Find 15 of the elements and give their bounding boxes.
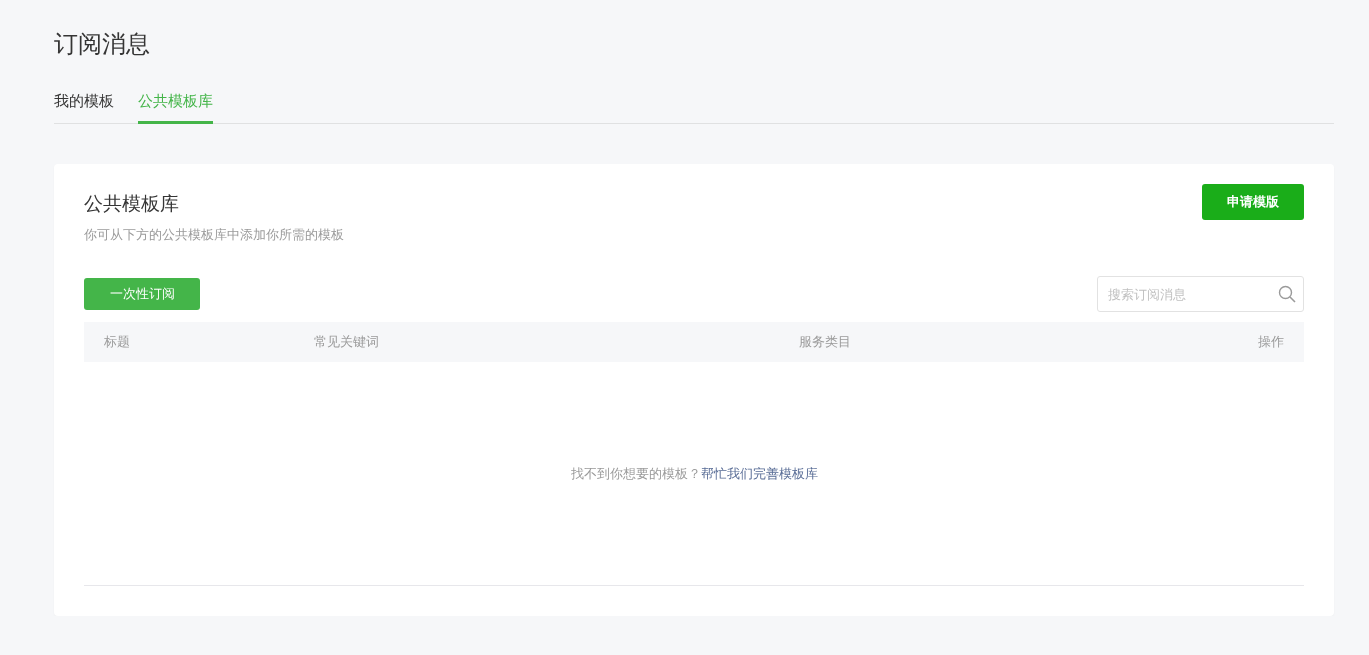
column-header: 标题 — [104, 333, 130, 351]
column-header: 常见关键词 — [314, 333, 379, 351]
empty-message: 找不到你想要的模板？帮忙我们完善模板库 — [570, 464, 818, 483]
column-header: 操作 — [1258, 333, 1284, 351]
subscription-type-button[interactable]: 一次性订阅 — [84, 278, 200, 310]
help-link[interactable]: 帮忙我们完善模板库 — [700, 465, 818, 481]
panel-title: 公共模板库 — [84, 191, 180, 216]
tab[interactable]: 我的模板 — [54, 84, 114, 124]
tab[interactable]: 公共模板库 — [138, 84, 213, 124]
search-icon[interactable] — [1278, 285, 1296, 303]
column-header: 服务类目 — [799, 333, 851, 351]
apply-button[interactable]: 申请模版 — [1202, 184, 1304, 220]
page-title: 订阅消息 — [54, 29, 151, 60]
search-field[interactable]: 搜索订阅消息 — [1097, 276, 1304, 312]
panel-description: 你可从下方的公共模板库中添加你所需的模板 — [84, 226, 344, 244]
